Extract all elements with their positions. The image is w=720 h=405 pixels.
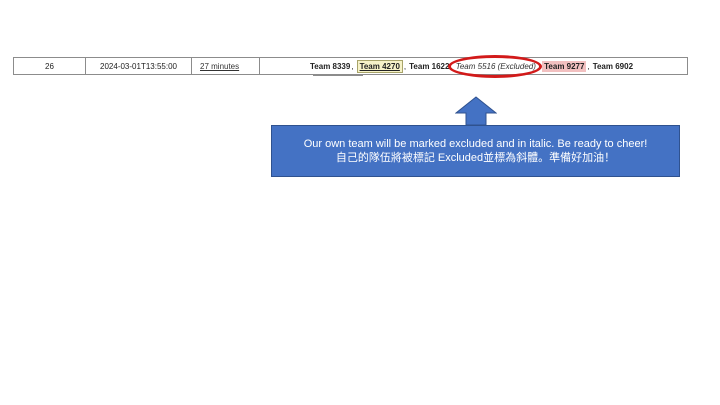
row-number: 26	[14, 58, 86, 74]
team-4270-link[interactable]: Team 4270	[356, 59, 403, 73]
team-6902: Team 6902	[592, 61, 634, 71]
team-separator: ,	[587, 61, 590, 71]
callout-box: Our own team will be marked excluded and…	[271, 125, 680, 177]
match-datetime: 2024-03-01T13:55:00	[86, 58, 192, 74]
schedule-row: 26 2024-03-01T13:55:00 27 minutes Team 8…	[13, 57, 688, 75]
duration-cell: 27 minutes	[192, 58, 260, 74]
highlight-oval	[448, 55, 542, 78]
team-separator: ,	[403, 61, 407, 71]
team-8339: Team 8339	[310, 61, 351, 71]
row-divider	[313, 75, 363, 76]
team-9277: Team 9277	[542, 60, 587, 72]
callout-line-chinese: 自己的隊伍將被標記 Excluded並標為斜體。準備好加油！	[335, 152, 616, 164]
team-separator: ,	[351, 61, 354, 71]
team-1622: Team 1622	[409, 61, 450, 71]
callout-line-english: Our own team will be marked excluded and…	[303, 138, 648, 150]
up-arrow-icon	[455, 96, 497, 126]
duration-link[interactable]: 27 minutes	[200, 62, 239, 71]
